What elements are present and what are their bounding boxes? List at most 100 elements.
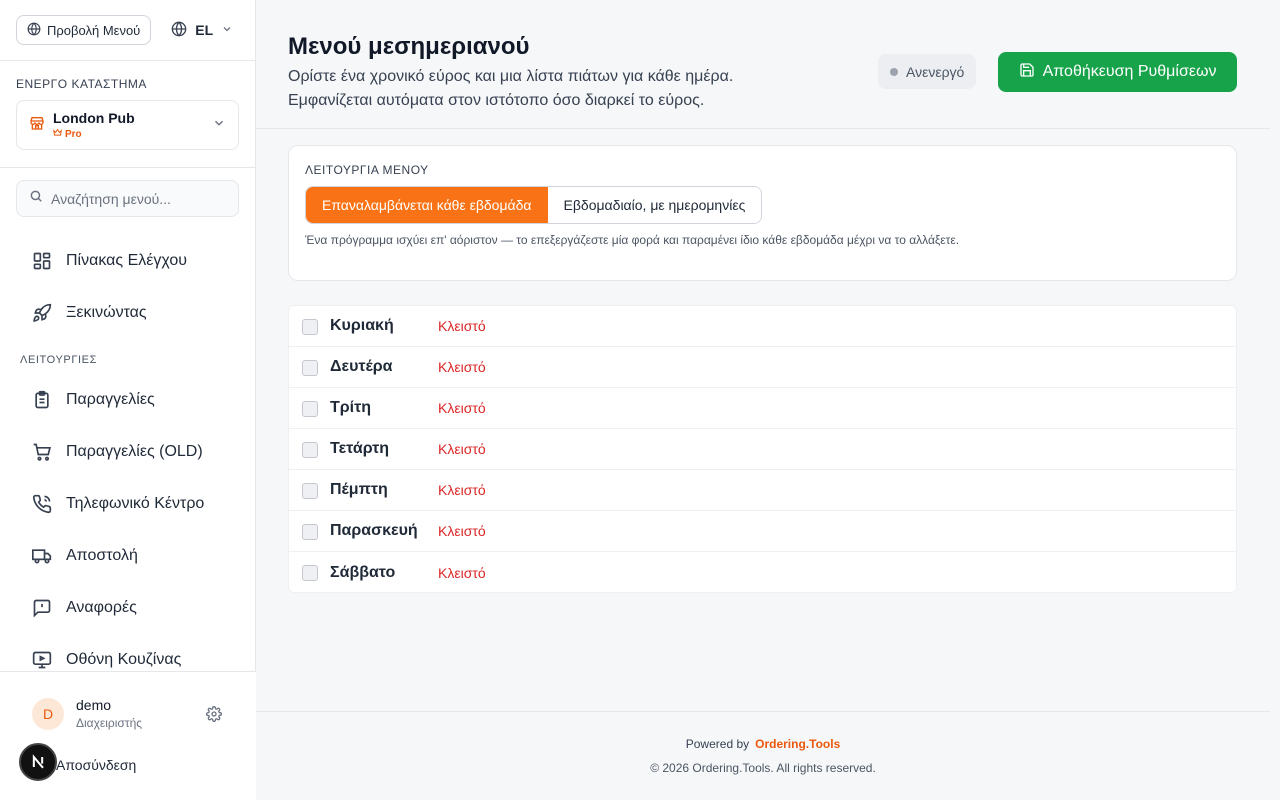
day-checkbox[interactable] [302, 401, 318, 417]
nextjs-badge-icon[interactable] [19, 743, 57, 781]
day-checkbox[interactable] [302, 565, 318, 581]
day-checkbox[interactable] [302, 319, 318, 335]
status-dot [890, 67, 898, 76]
page-footer: Powered by Ordering.Tools © 2026 Ordering… [256, 711, 1270, 800]
day-checkbox[interactable] [302, 524, 318, 540]
day-status: Κλειστό [438, 523, 486, 539]
day-name: Κυριακή [330, 317, 394, 334]
dashboard-icon [32, 251, 52, 271]
nav-section-label: ΛΕΙΤΟΥΡΓΙΕΣ [20, 354, 97, 366]
menu-search[interactable] [16, 180, 239, 217]
active-store-label: ΕΝΕΡΓΟ ΚΑΤΑΣΤΗΜΑ [16, 77, 147, 91]
sidebar-item-delivery[interactable]: Αποστολή [32, 546, 138, 566]
sidebar-top-bar: Προβολή Μενού EL [0, 0, 255, 61]
sidebar-item-kitchen-display[interactable]: Οθόνη Κουζίνας [32, 650, 181, 670]
globe-icon [171, 21, 187, 40]
day-checkbox[interactable] [302, 360, 318, 376]
store-selector[interactable]: London Pub Pro [16, 100, 239, 150]
page-header: Μενού μεσημεριανού Ορίστε ένα χρονικό εύ… [256, 15, 1270, 129]
status-badge: Ανενεργό [878, 54, 977, 89]
user-role: Διαχειριστής [76, 716, 143, 730]
sidebar-item-label: Ξεκινώντας [66, 304, 147, 321]
sidebar-item-label: Πίνακας Ελέγχου [66, 252, 187, 269]
day-status: Κλειστό [438, 564, 486, 581]
sidebar-item-orders[interactable]: Παραγγελίες [32, 390, 155, 410]
truck-icon [32, 546, 52, 566]
crown-icon [53, 128, 62, 140]
store-icon [29, 115, 45, 136]
powered-by: Powered by Ordering.Tools [256, 737, 1270, 751]
report-icon [32, 598, 52, 618]
chevron-down-icon [212, 116, 226, 135]
save-settings-label: Αποθήκευση Ρυθμίσεων [1042, 63, 1217, 80]
day-row: Πέμπτη Κλειστό [289, 470, 1236, 511]
day-checkbox[interactable] [302, 483, 318, 499]
avatar: D [32, 698, 64, 730]
menu-mode-label: ΛΕΙΤΟΥΡΓΙΑ ΜΕΝΟΥ [305, 163, 429, 177]
day-status: Κλειστό [438, 400, 486, 416]
chevron-down-icon [221, 22, 233, 38]
day-name: Τρίτη [330, 399, 372, 416]
mode-option-weekly-repeat[interactable]: Επαναλαμβάνεται κάθε εβδομάδα [306, 187, 548, 223]
gear-icon[interactable] [206, 706, 222, 727]
day-status: Κλειστό [438, 441, 486, 457]
day-name: Σάββατο [330, 563, 396, 581]
clipboard-icon [32, 390, 52, 410]
status-label: Ανενεργό [906, 63, 965, 80]
store-name: London Pub [53, 110, 135, 126]
store-plan-label: Pro [65, 128, 82, 140]
sidebar-item-label: Τηλεφωνικό Κέντρο [66, 495, 205, 512]
logout-button[interactable]: Αποσύνδεση [56, 757, 136, 773]
language-selector[interactable]: EL [171, 21, 233, 40]
day-name: Τετάρτη [330, 440, 390, 457]
menu-mode-card: ΛΕΙΤΟΥΡΓΙΑ ΜΕΝΟΥ Επαναλαμβάνεται κάθε εβ… [288, 145, 1237, 281]
mode-option-weekly-dated[interactable]: Εβδομαδιαίο, με ημερομηνίες [547, 187, 762, 223]
save-settings-button[interactable]: Αποθήκευση Ρυθμίσεων [998, 52, 1237, 92]
save-icon [1019, 62, 1035, 83]
language-code: EL [195, 22, 214, 38]
sidebar-item-getting-started[interactable]: Ξεκινώντας [32, 303, 147, 323]
day-row: Κυριακή Κλειστό [289, 306, 1236, 347]
view-menu-label: Προβολή Μενού [47, 22, 141, 38]
sidebar-item-call-center[interactable]: Τηλεφωνικό Κέντρο [32, 494, 204, 514]
menu-mode-toggle: Επαναλαμβάνεται κάθε εβδομάδα Εβδομαδιαί… [305, 186, 763, 224]
sidebar-item-reports[interactable]: Αναφορές [32, 598, 137, 618]
day-row: Παρασκευή Κλειστό [289, 511, 1236, 552]
store-plan-badge: Pro [53, 128, 204, 140]
day-name: Πέμπτη [330, 481, 388, 498]
day-checkbox[interactable] [302, 442, 318, 458]
brand-link[interactable]: Ordering.Tools [755, 737, 840, 751]
day-row: Δευτέρα Κλειστό [289, 347, 1236, 388]
page-subtitle: Ορίστε ένα χρονικό εύρος και μια λίστα π… [288, 68, 734, 109]
sidebar-item-label: Παραγγελίες (OLD) [66, 443, 203, 460]
sidebar: Προβολή Μενού EL ΕΝΕΡΓΟ ΚΑΤΑΣΤΗΜΑ London… [0, 0, 256, 800]
search-input[interactable] [51, 190, 231, 207]
copyright: © 2026 Ordering.Tools. All rights reserv… [650, 761, 876, 775]
days-list: Κυριακή Κλειστό Δευτέρα Κλειστό Τρίτη Κλ… [288, 305, 1237, 593]
day-status: Κλειστό [438, 482, 486, 498]
day-status: Κλειστό [438, 318, 486, 334]
day-row: Σάββατο Κλειστό [289, 552, 1236, 593]
day-name: Παρασκευή [330, 522, 418, 539]
active-store-section: ΕΝΕΡΓΟ ΚΑΤΑΣΤΗΜΑ London Pub Pro [0, 61, 255, 168]
sidebar-item-dashboard[interactable]: Πίνακας Ελέγχου [32, 251, 187, 271]
day-row: Τρίτη Κλειστό [289, 388, 1236, 429]
monitor-icon [32, 650, 52, 670]
day-name: Δευτέρα [330, 358, 393, 375]
phone-icon [32, 494, 52, 514]
rocket-icon [32, 303, 52, 323]
cart-icon [32, 442, 52, 462]
sidebar-item-label: Αποστολή [66, 547, 138, 564]
day-status: Κλειστό [438, 359, 486, 375]
search-icon [29, 189, 43, 208]
sidebar-item-orders-old[interactable]: Παραγγελίες (OLD) [32, 442, 203, 462]
globe-icon [27, 22, 41, 39]
user-name: demo [76, 697, 112, 713]
view-menu-button[interactable]: Προβολή Μενού [16, 15, 152, 45]
sidebar-item-label: Αναφορές [66, 599, 137, 616]
menu-mode-help: Ένα πρόγραμμα ισχύει επ' αόριστον — το ε… [305, 233, 960, 247]
sidebar-item-label: Οθόνη Κουζίνας [66, 651, 182, 668]
powered-by-label: Powered by [685, 737, 750, 751]
page-title: Μενού μεσημεριανού [288, 33, 530, 60]
sidebar-item-label: Παραγγελίες [66, 391, 155, 408]
